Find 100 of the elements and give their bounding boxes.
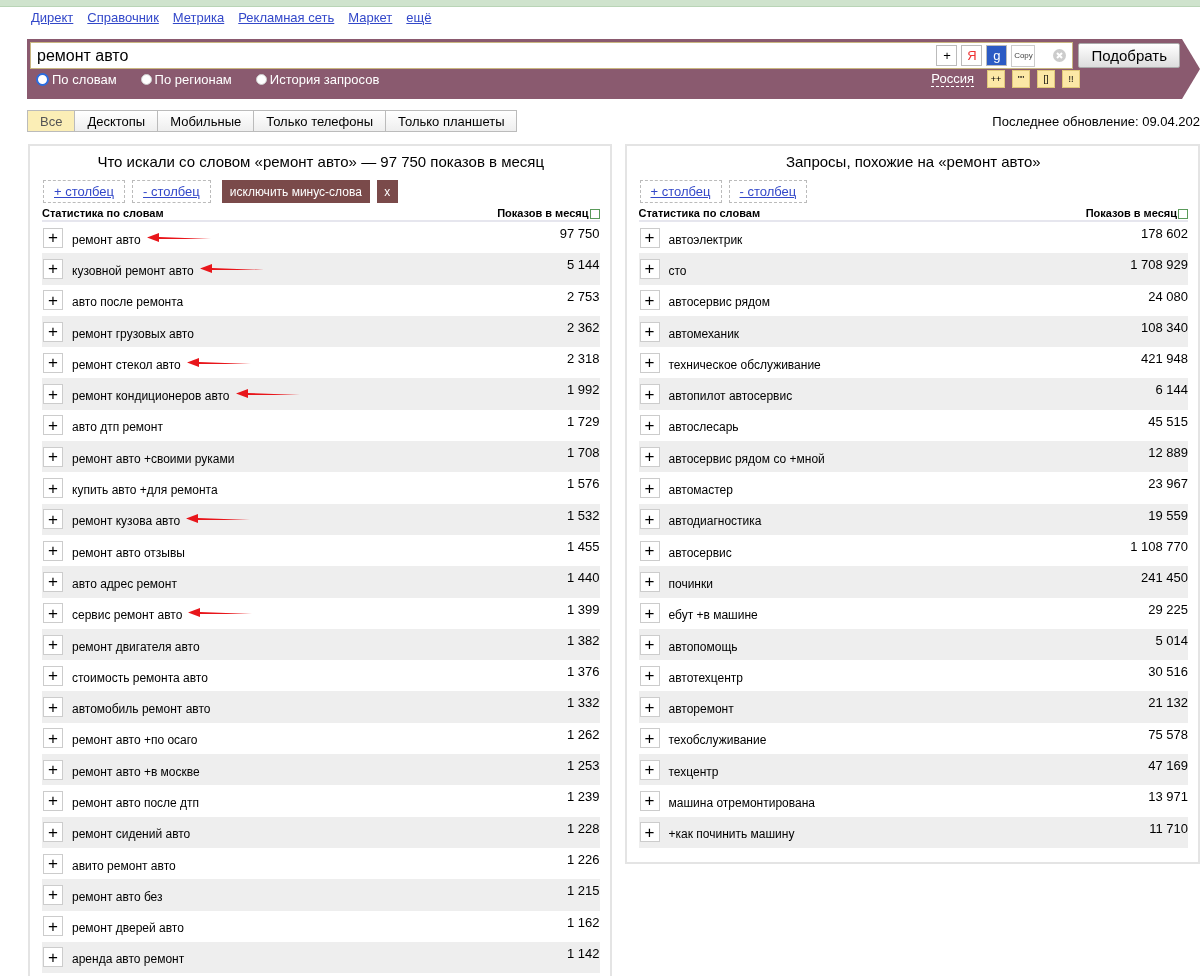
add-phrase-button[interactable]: + [639, 290, 660, 311]
add-phrase-button[interactable]: + [43, 352, 63, 373]
region-link[interactable]: Россия [931, 71, 974, 87]
add-phrase-button[interactable]: + [43, 916, 63, 937]
phrase-link[interactable]: авто дтп ремонт [72, 420, 163, 435]
phrase-link[interactable]: автоэлектрик [668, 232, 743, 247]
close-button[interactable]: x [376, 180, 398, 203]
phrase-link[interactable]: ремонт авто отзывы [72, 545, 185, 560]
add-phrase-button[interactable]: + [639, 540, 660, 561]
add-phrase-button[interactable]: + [43, 227, 63, 248]
add-phrase-button[interactable]: + [43, 884, 63, 905]
add-phrase-button[interactable]: + [43, 822, 63, 843]
phrase-link[interactable]: автомеханик [668, 326, 740, 341]
mode-radio[interactable]: По регионам [140, 71, 232, 87]
remove-column-link[interactable]: - столбец [132, 180, 211, 203]
phrase-link[interactable]: автосервис рядом со +мной [668, 451, 825, 466]
nav-link[interactable]: Рекламная сеть [238, 10, 335, 36]
phrase-link[interactable]: ремонт дверей авто [72, 921, 184, 936]
search-field[interactable]: ремонт авто + Я g Copy [30, 42, 1074, 69]
add-phrase-button[interactable]: + [43, 665, 63, 686]
add-phrase-button[interactable]: + [43, 634, 63, 655]
phrase-link[interactable]: ремонт авто после дтп [72, 796, 200, 810]
phrase-link[interactable]: ремонт авто +в москве [72, 764, 200, 779]
phrase-link[interactable]: ремонт сидений авто [72, 827, 191, 842]
phrase-link[interactable]: авто адрес ремонт [72, 576, 177, 591]
add-phrase-button[interactable]: + [639, 728, 660, 749]
phrase-link[interactable]: авторемонт [668, 702, 734, 717]
device-tab[interactable]: Все [27, 110, 76, 132]
add-column-link[interactable]: + столбец [639, 180, 722, 203]
submit-button[interactable]: Подобрать [1078, 43, 1180, 68]
copy-button[interactable]: Copy [1011, 44, 1036, 67]
operator-button[interactable]: [] [1037, 70, 1055, 88]
phrase-link[interactable]: ремонт грузовых авто [72, 326, 194, 341]
phrase-link[interactable]: автомобиль ремонт авто [72, 702, 211, 717]
phrase-link[interactable]: +как починить машину [668, 827, 795, 842]
phrase-link[interactable]: кузовной ремонт авто [72, 263, 194, 278]
add-phrase-button[interactable]: + [639, 571, 660, 592]
phrase-link[interactable]: ремонт кондиционеров авто [72, 389, 230, 404]
nav-link[interactable]: ещё [406, 10, 432, 36]
add-phrase-button[interactable]: + [639, 478, 660, 498]
add-phrase-button[interactable]: + [43, 321, 63, 342]
phrase-link[interactable]: автосервис [668, 545, 732, 560]
nav-link[interactable]: Маркет [348, 10, 393, 36]
plus-icon[interactable]: + [936, 45, 958, 66]
add-phrase-button[interactable]: + [43, 571, 63, 592]
add-phrase-button[interactable]: + [43, 478, 63, 498]
phrase-link[interactable]: ремонт авто без [72, 889, 163, 904]
device-tab[interactable]: Только телефоны [253, 110, 386, 132]
nav-link[interactable]: Директ [31, 10, 74, 36]
phrase-link[interactable]: автослесарь [668, 420, 739, 435]
add-phrase-button[interactable]: + [639, 759, 660, 780]
operator-button[interactable]: "" [1012, 70, 1030, 88]
phrase-link[interactable]: ремонт кузова авто [72, 514, 181, 529]
phrase-link[interactable]: стоимость ремонта авто [72, 670, 208, 685]
add-phrase-button[interactable]: + [43, 258, 63, 279]
add-phrase-button[interactable]: + [43, 947, 63, 968]
add-phrase-button[interactable]: + [43, 853, 63, 874]
phrase-link[interactable]: ремонт авто +своими руками [72, 451, 235, 466]
add-phrase-button[interactable]: + [639, 352, 660, 373]
phrase-link[interactable]: автодиагностика [668, 514, 762, 529]
add-phrase-button[interactable]: + [43, 728, 63, 749]
phrase-link[interactable]: техническое обслуживание [668, 357, 821, 372]
phrase-link[interactable]: авито ремонт авто [72, 858, 176, 873]
phrase-link[interactable]: ремонт стекол авто [72, 357, 181, 372]
add-phrase-button[interactable]: + [639, 384, 660, 405]
mode-radio[interactable]: История запросов [255, 71, 380, 87]
add-phrase-button[interactable]: + [43, 540, 63, 561]
phrase-link[interactable]: ремонт авто [72, 232, 141, 247]
phrase-link[interactable]: автопилот автосервис [668, 389, 793, 404]
remove-column-link[interactable]: - столбец [728, 180, 808, 203]
add-phrase-button[interactable]: + [43, 290, 63, 311]
operator-button[interactable]: !! [1062, 70, 1080, 88]
mode-radio[interactable]: По словам [36, 71, 117, 87]
phrase-link[interactable]: авто после ремонта [72, 295, 184, 310]
add-phrase-button[interactable]: + [639, 415, 660, 436]
operator-button[interactable]: ++ [987, 70, 1005, 88]
add-phrase-button[interactable]: + [43, 603, 63, 624]
nav-link[interactable]: Справочник [87, 10, 159, 36]
phrase-link[interactable]: автотехцентр [668, 670, 744, 685]
add-column-link[interactable]: + столбец [43, 180, 126, 203]
yandex-icon[interactable]: Я [961, 45, 983, 66]
add-phrase-button[interactable]: + [639, 665, 660, 686]
phrase-link[interactable]: сервис ремонт авто [72, 608, 183, 623]
help-icon[interactable] [1178, 209, 1188, 219]
phrase-link[interactable]: автомастер [668, 483, 733, 497]
add-phrase-button[interactable]: + [43, 415, 63, 436]
add-phrase-button[interactable]: + [639, 697, 660, 718]
google-icon[interactable]: g [986, 45, 1008, 66]
phrase-link[interactable]: аренда авто ремонт [72, 952, 185, 967]
add-phrase-button[interactable]: + [639, 603, 660, 624]
add-phrase-button[interactable]: + [639, 258, 660, 279]
phrase-link[interactable]: техобслуживание [668, 733, 767, 748]
nav-link[interactable]: Метрика [172, 10, 225, 36]
phrase-link[interactable]: починки [668, 576, 713, 591]
device-tab[interactable]: Десктопы [74, 110, 159, 132]
device-tab[interactable]: Мобильные [157, 110, 255, 132]
phrase-link[interactable]: автосервис рядом [668, 295, 771, 310]
device-tab[interactable]: Только планшеты [385, 110, 518, 132]
add-phrase-button[interactable]: + [639, 634, 660, 655]
exclude-minus-words-button[interactable]: исключить минус-слова [221, 180, 370, 203]
